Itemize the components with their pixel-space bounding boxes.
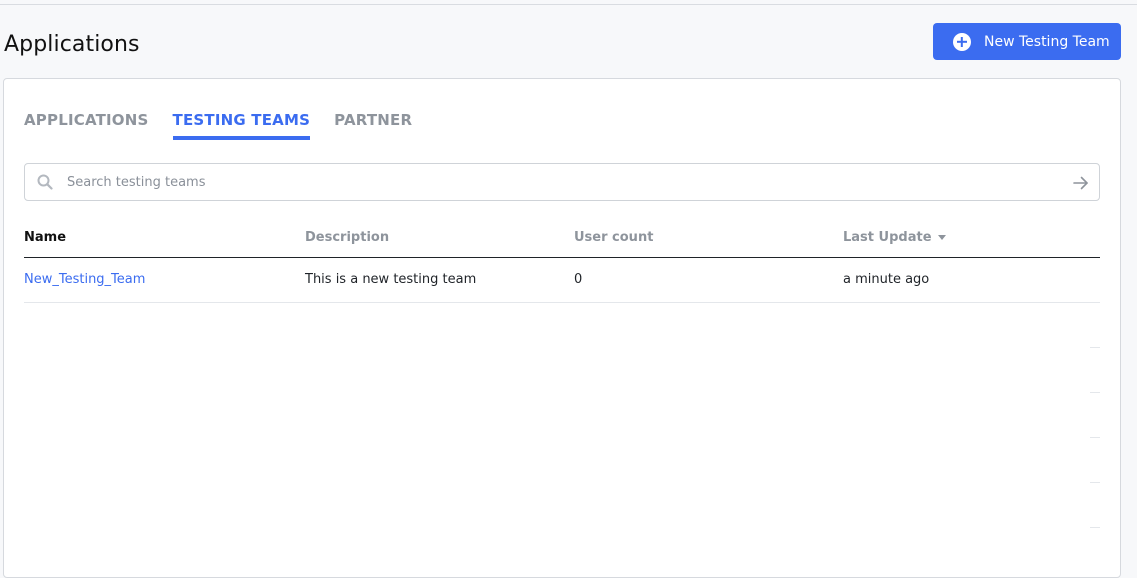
tab-testing-teams[interactable]: TESTING TEAMS [172,111,311,140]
scroll-tick [1090,347,1100,348]
column-header-user-count[interactable]: User count [574,219,843,258]
team-name-link[interactable]: New_Testing_Team [24,272,145,287]
content-card: APPLICATIONS TESTING TEAMS PARTNER Name … [3,78,1121,578]
scroll-tick [1090,392,1100,393]
scroll-tick [1090,437,1100,438]
column-header-name[interactable]: Name [24,219,305,258]
column-header-last-update[interactable]: Last Update [843,219,1100,258]
testing-teams-table: Name Description User count Last Update … [24,219,1100,303]
team-user-count: 0 [574,257,843,303]
tab-bar: APPLICATIONS TESTING TEAMS PARTNER [24,111,436,140]
search-icon [37,174,53,194]
team-last-update: a minute ago [843,257,1100,303]
team-description: This is a new testing team [305,257,574,303]
caret-down-icon [937,235,946,241]
table-header-row: Name Description User count Last Update [24,219,1100,258]
plus-circle-icon [953,32,971,51]
search-input[interactable] [67,164,1047,200]
scroll-tick [1090,527,1100,528]
new-testing-team-button[interactable]: New Testing Team [933,23,1121,60]
tab-applications[interactable]: APPLICATIONS [24,111,149,136]
search-bar [24,163,1100,201]
table-row: New_Testing_Team This is a new testing t… [24,257,1100,303]
new-testing-team-label: New Testing Team [984,33,1110,50]
scroll-tick [1090,482,1100,483]
last-update-label: Last Update [843,230,932,246]
arrow-right-icon[interactable] [1073,175,1089,194]
tab-partner[interactable]: PARTNER [334,111,412,136]
top-divider [0,4,1137,5]
page-title: Applications [4,32,140,57]
column-header-description[interactable]: Description [305,219,574,258]
